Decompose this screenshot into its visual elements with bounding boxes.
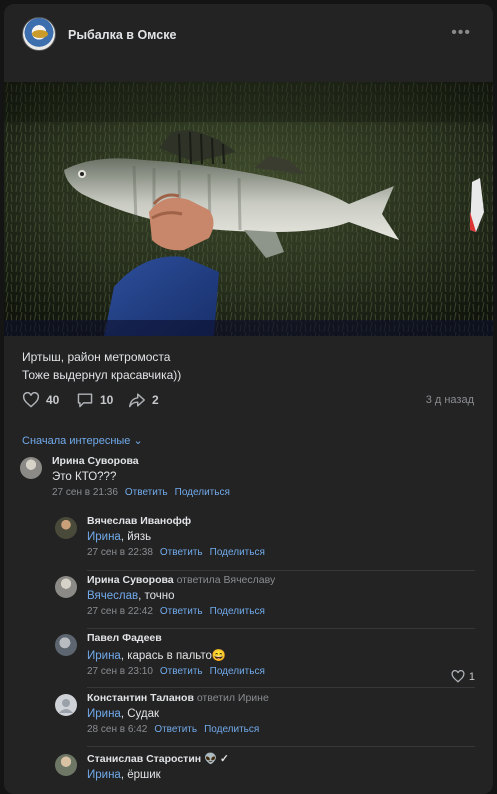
comment-text: Ирина, карась в пальто😄 [87,650,227,662]
reply-button[interactable]: Ответить [160,606,203,617]
comment-text: Ирина, Судак [87,708,160,720]
share-link[interactable]: Поделиться [204,724,259,735]
mention-link[interactable]: Ирина [87,769,121,781]
share-link[interactable]: Поделиться [175,487,230,498]
comment-meta: 27 сен в 23:10 Ответить Поделиться [87,666,475,677]
comment-text: Ирина, йязь [87,531,152,543]
group-name[interactable]: Рыбалка в Омске [68,28,176,42]
share-count: 2 [152,393,159,407]
comment-time[interactable]: 27 сен в 22:38 [87,547,153,558]
avatar[interactable] [55,576,77,598]
reply-button[interactable]: Ответить [154,724,197,735]
replied-to: ответила Вячеславу [176,574,276,586]
comment-count: 10 [100,393,114,407]
reply-button[interactable]: Ответить [160,666,203,677]
mention-link[interactable]: Ирина [87,650,121,662]
post-text-line: Иртыш, район метромоста [22,350,171,364]
comment-icon [77,393,93,408]
divider [87,687,475,688]
share-link[interactable]: Поделиться [210,606,265,617]
more-icon[interactable]: ••• [451,24,471,42]
avatar[interactable] [55,517,77,539]
heart-icon [451,670,465,683]
reply-button[interactable]: Ответить [125,487,168,498]
post-actions: 40 10 2 3 д назад [22,392,474,410]
comment-button[interactable]: 10 [76,392,113,408]
comment-time[interactable]: 27 сен в 22:42 [87,606,153,617]
avatar[interactable] [55,694,77,716]
comment-text: Ирина, ёршик [87,769,161,781]
post-card: Рыбалка в Омске ••• Иртыш, район метромо… [4,4,493,794]
comment-meta: 28 сен в 6:42 Ответить Поделиться [87,724,487,735]
comment-meta: 27 сен в 21:36 Ответить Поделиться [52,487,452,498]
divider [87,570,475,571]
comment-like-button[interactable]: 1 [451,670,475,683]
reply-button[interactable]: Ответить [160,547,203,558]
comment-author[interactable]: Павел Фадеев [87,632,475,644]
mention-link[interactable]: Ирина [87,531,121,543]
comments-sort[interactable]: Сначала интересные ⌄ [22,434,143,447]
post-photo[interactable] [4,82,493,336]
comment-time[interactable]: 27 сен в 23:10 [87,666,153,677]
comment-meta: 27 сен в 22:38 Ответить Поделиться [87,547,487,558]
share-icon [129,393,145,408]
like-button[interactable]: 40 [22,392,59,408]
like-count: 40 [46,393,60,407]
share-link[interactable]: Поделиться [210,666,265,677]
replied-to: ответил Ирине [196,692,269,704]
comment-meta: 27 сен в 22:42 Ответить Поделиться [87,606,487,617]
comment-text: Вячеслав, точно [87,590,175,602]
mention-link[interactable]: Ирина [87,708,121,720]
comment-time[interactable]: 27 сен в 21:36 [52,487,118,498]
comment-author[interactable]: Ирина Суворова [52,455,452,467]
comment-text: Это КТО??? [52,471,117,483]
avatar[interactable] [20,457,42,479]
chevron-down-icon: ⌄ [133,435,143,447]
comment-author[interactable]: Вячеслав Иванофф [87,515,487,527]
post-text-line: Тоже выдернул красавчика)) [22,368,182,382]
share-button[interactable]: 2 [128,392,159,408]
sort-label: Сначала интересные [22,435,131,447]
share-link[interactable]: Поделиться [210,547,265,558]
group-avatar[interactable] [22,17,56,51]
mention-link[interactable]: Вячеслав [87,590,138,602]
post-header: Рыбалка в Омске ••• [4,4,493,66]
heart-icon [22,392,40,408]
avatar[interactable] [55,754,77,776]
comment-author[interactable]: Станислав Старостин 👽 ✓ [87,752,487,765]
post-time[interactable]: 3 д назад [426,394,474,406]
avatar[interactable] [55,634,77,656]
comment-like-count: 1 [468,670,475,683]
comment-time[interactable]: 28 сен в 6:42 [87,724,147,735]
divider [87,746,475,747]
comment-author[interactable]: Ирина Суворова ответила Вячеславу [87,574,487,586]
comment-author[interactable]: Константин Таланов ответил Ирине [87,692,487,704]
divider [87,628,475,629]
post-text: Иртыш, район метромоста Тоже выдернул кр… [22,348,181,384]
